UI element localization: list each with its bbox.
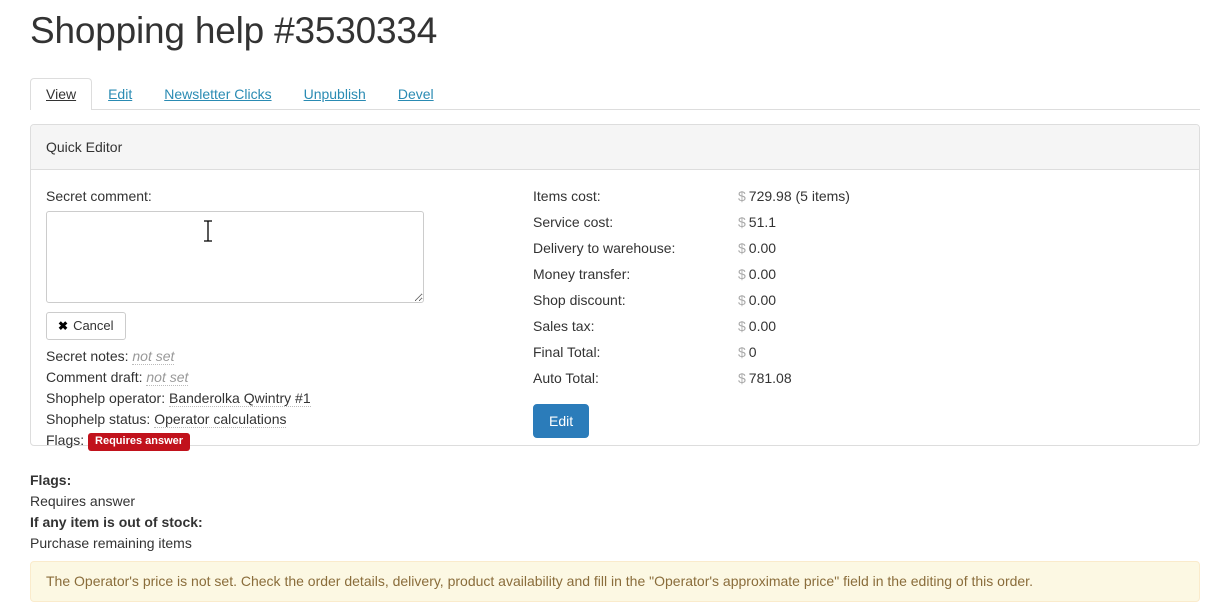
secret-comment-label: Secret comment: — [46, 188, 152, 204]
meta-label-flags: Flags: — [46, 432, 85, 448]
cancel-button-label: Cancel — [73, 318, 114, 333]
tab-edit[interactable]: Edit — [92, 78, 148, 110]
currency-symbol: $ — [738, 344, 746, 360]
cost-label-money-transfer: Money transfer: — [533, 266, 631, 282]
tab-bar: View Edit Newsletter Clicks Unpublish De… — [30, 78, 1200, 110]
page-title: Shopping help #3530334 — [30, 10, 438, 51]
cost-label-auto-total: Auto Total: — [533, 370, 599, 386]
cost-amount-items-cost: 729.98 (5 items) — [748, 188, 850, 204]
cost-row-auto-total: Auto Total: $781.08 — [533, 370, 1093, 396]
cost-label-shop-discount: Shop discount: — [533, 292, 626, 308]
meta-label-shophelp-status: Shophelp status: — [46, 411, 151, 427]
currency-symbol: $ — [738, 292, 746, 308]
meta-row-comment-draft: Comment draft: not set — [46, 367, 516, 388]
cost-label-items-cost: Items cost: — [533, 188, 601, 204]
meta-value-shophelp-status[interactable]: Operator calculations — [154, 411, 287, 428]
cost-row-final-total: Final Total: $0 — [533, 344, 1093, 370]
status-badge-requires-answer: Requires answer — [88, 433, 191, 451]
page-root: Shopping help #3530334 View Edit Newslet… — [0, 0, 1216, 602]
flags-heading: Flags: — [30, 472, 72, 488]
meta-row-flags: Flags: Requires answer — [46, 430, 516, 451]
cost-value-delivery-to-warehouse: $0.00 — [738, 240, 776, 256]
cost-amount-sales-tax: 0.00 — [748, 318, 777, 334]
cost-amount-money-transfer: 0.00 — [748, 266, 777, 282]
flags-section: Flags: Requires answer If any item is ou… — [30, 470, 730, 554]
cost-amount-service-cost: 51.1 — [748, 214, 777, 230]
cost-row-sales-tax: Sales tax: $0.00 — [533, 318, 1093, 344]
meta-row-shophelp-operator: Shophelp operator: Banderolka Qwintry #1 — [46, 388, 516, 409]
tab-newsletter-clicks[interactable]: Newsletter Clicks — [148, 78, 287, 110]
warning-alert: The Operator's price is not set. Check t… — [30, 561, 1200, 602]
meta-row-secret-notes: Secret notes: not set — [46, 346, 516, 367]
meta-label-shophelp-operator: Shophelp operator: — [46, 390, 166, 406]
cost-label-delivery-to-warehouse: Delivery to warehouse: — [533, 240, 676, 256]
out-of-stock-value: Purchase remaining items — [30, 535, 192, 551]
cost-amount-shop-discount: 0.00 — [748, 292, 777, 308]
meta-value-secret-notes[interactable]: not set — [132, 348, 175, 365]
currency-symbol: $ — [738, 214, 746, 230]
out-of-stock-heading: If any item is out of stock: — [30, 514, 203, 530]
meta-label-comment-draft: Comment draft: — [46, 369, 143, 385]
close-x-icon: ✖ — [58, 319, 69, 333]
cost-summary: Items cost: $729.98 (5 items) Service co… — [533, 188, 1093, 438]
flags-value: Requires answer — [30, 493, 136, 509]
cost-row-shop-discount: Shop discount: $0.00 — [533, 292, 1093, 318]
cost-value-shop-discount: $0.00 — [738, 292, 776, 308]
tab-devel[interactable]: Devel — [382, 78, 450, 110]
meta-row-shophelp-status: Shophelp status: Operator calculations — [46, 409, 516, 430]
quick-editor-left-column: Secret comment: ✖ Cancel Secret notes: n… — [46, 188, 516, 451]
cost-value-final-total: $0 — [738, 344, 757, 360]
cost-value-service-cost: $51.1 — [738, 214, 776, 230]
currency-symbol: $ — [738, 266, 746, 282]
meta-list: Secret notes: not set Comment draft: not… — [46, 346, 516, 451]
cost-amount-final-total: 0 — [748, 344, 757, 360]
panel-title: Quick Editor — [46, 139, 123, 155]
cost-label-sales-tax: Sales tax: — [533, 318, 595, 334]
cost-row-delivery-to-warehouse: Delivery to warehouse: $0.00 — [533, 240, 1093, 266]
cost-value-items-cost: $729.98 (5 items) — [738, 188, 850, 204]
currency-symbol: $ — [738, 370, 746, 386]
meta-label-secret-notes: Secret notes: — [46, 348, 129, 364]
panel-heading: Quick Editor — [31, 125, 1199, 170]
currency-symbol: $ — [738, 240, 746, 256]
cost-label-final-total: Final Total: — [533, 344, 601, 360]
cost-amount-auto-total: 781.08 — [748, 370, 792, 386]
tab-unpublish[interactable]: Unpublish — [288, 78, 382, 110]
quick-editor-panel: Quick Editor Secret comment: ✖ Cancel Se… — [30, 124, 1200, 451]
tab-view[interactable]: View — [30, 78, 93, 110]
cost-label-service-cost: Service cost: — [533, 214, 614, 230]
cancel-button[interactable]: ✖ Cancel — [46, 312, 126, 340]
cost-value-sales-tax: $0.00 — [738, 318, 776, 334]
cost-row-service-cost: Service cost: $51.1 — [533, 214, 1093, 240]
cost-value-money-transfer: $0.00 — [738, 266, 776, 282]
cost-value-auto-total: $781.08 — [738, 370, 792, 386]
meta-value-shophelp-operator[interactable]: Banderolka Qwintry #1 — [168, 390, 311, 407]
cost-row-items-cost: Items cost: $729.98 (5 items) — [533, 188, 1093, 214]
currency-symbol: $ — [738, 318, 746, 334]
cost-row-money-transfer: Money transfer: $0.00 — [533, 266, 1093, 292]
secret-comment-input[interactable] — [46, 211, 424, 303]
panel-body: Secret comment: ✖ Cancel Secret notes: n… — [31, 170, 1199, 451]
edit-button[interactable]: Edit — [533, 404, 590, 438]
meta-value-comment-draft[interactable]: not set — [146, 369, 189, 386]
cost-amount-delivery-to-warehouse: 0.00 — [748, 240, 777, 256]
currency-symbol: $ — [738, 188, 746, 204]
